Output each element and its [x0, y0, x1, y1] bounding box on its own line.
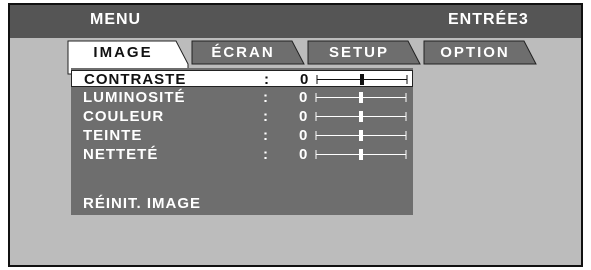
- tab-bar: IMAGE ÉCRAN SETUP OPTION: [10, 5, 581, 75]
- setting-label: COULEUR: [83, 108, 165, 125]
- setting-separator: :: [263, 89, 268, 106]
- setting-value: 0: [299, 146, 308, 163]
- tab-image-label: IMAGE: [93, 44, 153, 61]
- image-settings-panel: CONTRASTE : 0 LUMINOSITÉ : 0 COULEUR : 0…: [71, 68, 413, 215]
- slider-handle: [359, 111, 363, 122]
- setting-value: 0: [299, 127, 308, 144]
- setting-value: 0: [299, 89, 308, 106]
- setting-row-teinte[interactable]: TEINTE : 0: [71, 127, 413, 144]
- setting-slider[interactable]: [315, 149, 407, 160]
- setting-separator: :: [263, 146, 268, 163]
- setting-slider[interactable]: [315, 111, 407, 122]
- setting-separator: :: [263, 108, 268, 125]
- setting-separator: :: [264, 71, 269, 88]
- tab-option-label: OPTION: [440, 44, 510, 61]
- tab-ecran-label: ÉCRAN: [211, 44, 275, 61]
- setting-slider[interactable]: [315, 130, 407, 141]
- slider-handle: [359, 149, 363, 160]
- tab-image[interactable]: IMAGE: [67, 40, 189, 75]
- setting-label: CONTRASTE: [84, 71, 187, 88]
- setting-slider[interactable]: [316, 74, 408, 85]
- setting-row-couleur[interactable]: COULEUR : 0: [71, 108, 413, 125]
- slider-handle: [359, 130, 363, 141]
- setting-value: 0: [299, 108, 308, 125]
- osd-menu: MENU ENTRÉE3 IMAGE ÉCRAN SETUP OPTION CO…: [8, 3, 583, 267]
- tab-setup-label: SETUP: [328, 44, 389, 61]
- setting-row-luminosite[interactable]: LUMINOSITÉ : 0: [71, 89, 413, 106]
- setting-separator: :: [263, 127, 268, 144]
- setting-slider[interactable]: [315, 92, 407, 103]
- setting-label: TEINTE: [83, 127, 143, 144]
- setting-row-nettete[interactable]: NETTETÉ : 0: [71, 146, 413, 163]
- reset-image-button[interactable]: RÉINIT. IMAGE: [83, 195, 201, 212]
- slider-handle: [360, 74, 364, 85]
- tab-ecran[interactable]: ÉCRAN: [191, 40, 305, 65]
- tab-setup[interactable]: SETUP: [307, 40, 421, 65]
- slider-handle: [359, 92, 363, 103]
- setting-label: LUMINOSITÉ: [83, 89, 186, 106]
- setting-row-contraste[interactable]: CONTRASTE : 0: [71, 70, 413, 88]
- setting-label: NETTETÉ: [83, 146, 159, 163]
- tab-option[interactable]: OPTION: [423, 40, 537, 65]
- setting-value: 0: [300, 71, 309, 88]
